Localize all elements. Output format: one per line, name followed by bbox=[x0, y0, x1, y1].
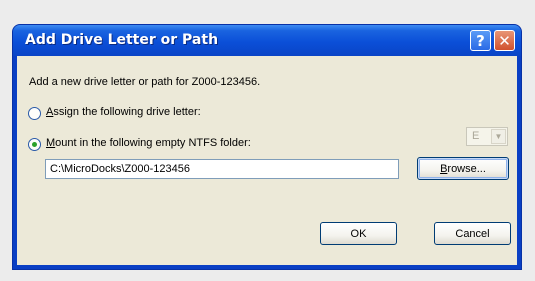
close-button[interactable]: ✕ bbox=[494, 30, 515, 51]
drive-letter-select[interactable]: E ▼ bbox=[466, 127, 508, 146]
ok-button[interactable]: OK bbox=[320, 222, 397, 245]
assign-drive-letter-label[interactable]: Assign the following drive letter: bbox=[46, 106, 201, 118]
mount-path-input[interactable]: C:\MicroDocks\Z000-123456 bbox=[45, 159, 399, 179]
dialog-title: Add Drive Letter or Path bbox=[25, 32, 219, 48]
browse-button[interactable]: Browse... bbox=[417, 157, 509, 180]
add-drive-letter-dialog: Add Drive Letter or Path ? ✕ Add a new d… bbox=[13, 25, 521, 269]
help-button[interactable]: ? bbox=[470, 30, 491, 51]
drive-letter-value: E bbox=[472, 130, 480, 142]
title-bar[interactable]: Add Drive Letter or Path ? ✕ bbox=[13, 25, 521, 56]
description-text: Add a new drive letter or path for Z000-… bbox=[29, 76, 261, 88]
chevron-down-icon[interactable]: ▼ bbox=[491, 129, 506, 144]
close-icon: ✕ bbox=[498, 31, 511, 50]
help-icon: ? bbox=[476, 31, 485, 50]
assign-drive-letter-radio[interactable] bbox=[28, 107, 41, 120]
cancel-button[interactable]: Cancel bbox=[434, 222, 511, 245]
mount-folder-label[interactable]: Mount in the following empty NTFS folder… bbox=[46, 137, 251, 149]
mount-folder-radio[interactable] bbox=[28, 138, 41, 151]
dialog-content: Add a new drive letter or path for Z000-… bbox=[17, 56, 517, 265]
